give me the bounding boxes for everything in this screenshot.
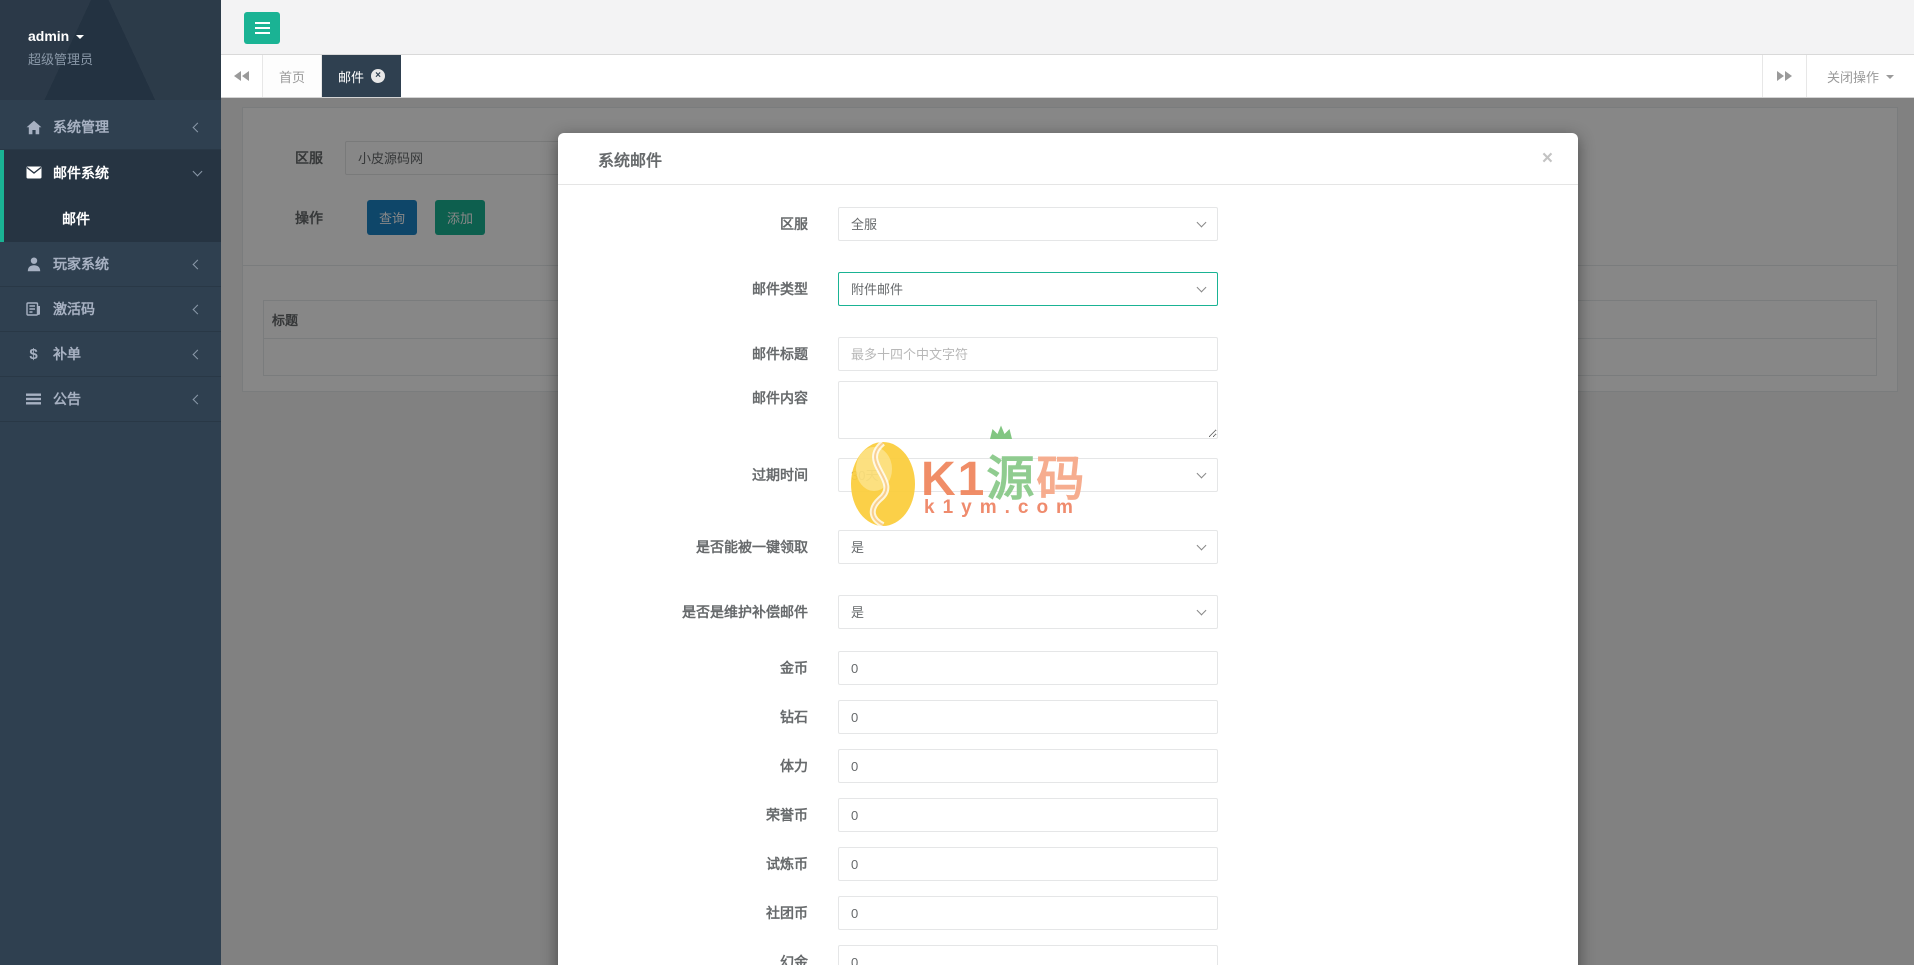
sidebar-item-mail-system[interactable]: 邮件系统 xyxy=(4,150,221,195)
sidebar: admin 超级管理员 系统管理 邮件系统 邮件 玩家系统 激活码 $ 补单 公… xyxy=(0,0,221,965)
user-role: 超级管理员 xyxy=(28,52,94,67)
double-chevron-left-icon xyxy=(233,71,241,81)
sidebar-item-player-system[interactable]: 玩家系统 xyxy=(0,242,221,287)
dollar-icon: $ xyxy=(29,345,38,363)
chevron-left-icon xyxy=(192,259,203,269)
user-name: admin xyxy=(28,28,70,44)
caret-down-icon xyxy=(1886,75,1894,79)
chevron-left-icon xyxy=(192,304,203,314)
close-tab-icon[interactable]: × xyxy=(371,69,386,83)
sidebar-group-mail-system: 邮件系统 邮件 xyxy=(0,150,221,242)
diamond-input[interactable] xyxy=(838,700,1218,734)
sidebar-item-activation-code[interactable]: 激活码 xyxy=(0,287,221,332)
field-label-trial-coin: 试炼币 xyxy=(766,856,808,872)
sidebar-item-label: 玩家系统 xyxy=(53,256,109,272)
field-label-stamina: 体力 xyxy=(780,758,808,774)
system-mail-modal: 系统邮件 × 区服 全服 邮件类型 附件邮件 邮件标题 最多十四个中文字符 邮件… xyxy=(558,133,1578,965)
close-actions-dropdown[interactable]: 关闭操作 xyxy=(1807,55,1914,97)
club-coin-input[interactable] xyxy=(838,896,1218,930)
chevron-left-icon xyxy=(192,394,203,404)
sidebar-item-label: 激活码 xyxy=(53,301,95,317)
tabs-scroll-left-button[interactable] xyxy=(221,55,263,97)
sidebar-item-announcement[interactable]: 公告 xyxy=(0,377,221,422)
gold-input[interactable] xyxy=(838,651,1218,685)
newspaper-icon xyxy=(25,302,42,316)
sidebar-item-label: 公告 xyxy=(53,391,81,407)
chevron-left-icon xyxy=(192,122,203,132)
server-scope-select[interactable]: 全服 xyxy=(838,207,1218,241)
close-actions-label: 关闭操作 xyxy=(1826,69,1879,85)
field-label-mail-content: 邮件内容 xyxy=(752,390,808,406)
sidebar-item-label: 邮件系统 xyxy=(53,164,109,181)
app-window: admin 超级管理员 系统管理 邮件系统 邮件 玩家系统 激活码 $ 补单 公… xyxy=(0,0,1914,965)
tab-label: 首页 xyxy=(279,69,306,85)
modal-title: 系统邮件 xyxy=(598,152,663,170)
field-label-club-coin: 社团币 xyxy=(766,905,808,921)
chevron-down-icon xyxy=(192,166,203,176)
watermark-site: k1ym.com xyxy=(924,497,1081,518)
user-icon xyxy=(25,257,42,272)
home-icon xyxy=(25,120,42,135)
sidebar-subitem-mail[interactable]: 邮件 xyxy=(4,195,221,242)
one-key-claim-select[interactable]: 是 xyxy=(838,530,1218,564)
modal-close-icon[interactable]: × xyxy=(1542,149,1553,168)
field-label-server: 区服 xyxy=(780,216,808,232)
modal-body: 区服 全服 邮件类型 附件邮件 邮件标题 最多十四个中文字符 邮件内容 过期时间… xyxy=(558,185,1578,965)
tab-home[interactable]: 首页 xyxy=(263,55,323,97)
list-icon xyxy=(25,393,42,405)
magic-gold-input[interactable] xyxy=(838,945,1218,965)
sidebar-menu: 系统管理 邮件系统 邮件 玩家系统 激活码 $ 补单 公告 xyxy=(0,100,221,422)
sidebar-toggle-button[interactable] xyxy=(244,12,280,44)
mail-content-textarea[interactable] xyxy=(838,381,1218,439)
sidebar-subitem-label: 邮件 xyxy=(62,210,90,227)
mail-title-input[interactable] xyxy=(838,337,1218,371)
field-label-honor-coin: 荣誉币 xyxy=(766,807,808,823)
chevron-left-icon xyxy=(192,349,203,359)
hamburger-icon xyxy=(254,22,270,24)
sidebar-item-system-management[interactable]: 系统管理 xyxy=(0,105,221,150)
main-area: 首页 邮件 × 关闭操作 区服 小皮源码网 操作 查询 添加 标题 系统邮件 ×… xyxy=(221,0,1914,965)
tab-mail[interactable]: 邮件 × xyxy=(322,55,402,97)
sidebar-item-label: 补单 xyxy=(53,346,81,362)
modal-header: 系统邮件 × xyxy=(558,133,1578,185)
tab-label: 邮件 xyxy=(338,69,365,85)
caret-down-icon xyxy=(76,35,85,39)
tabs-scroll-right-button[interactable] xyxy=(1761,55,1807,97)
expire-time-select[interactable]: 30天 xyxy=(838,458,1218,492)
field-label-maintenance-mail: 是否是维护补偿邮件 xyxy=(682,604,808,620)
field-label-diamond: 钻石 xyxy=(780,709,808,725)
content-area: 区服 小皮源码网 操作 查询 添加 标题 系统邮件 × 区服 全服 邮件类型 附… xyxy=(221,98,1914,965)
tab-bar: 首页 邮件 × 关闭操作 xyxy=(221,55,1914,98)
honor-coin-input[interactable] xyxy=(838,798,1218,832)
mail-type-select[interactable]: 附件邮件 xyxy=(838,272,1218,306)
stamina-input[interactable] xyxy=(838,749,1218,783)
sidebar-item-label: 系统管理 xyxy=(53,119,109,135)
field-label-one-key-claim: 是否能被一键领取 xyxy=(696,539,808,555)
sidebar-item-supplement-order[interactable]: $ 补单 xyxy=(0,332,221,377)
maintenance-mail-select[interactable]: 是 xyxy=(838,595,1218,629)
field-label-mail-title: 邮件标题 xyxy=(752,346,808,362)
envelope-icon xyxy=(25,166,42,179)
field-label-mail-type: 邮件类型 xyxy=(752,281,808,297)
top-navbar xyxy=(221,0,1914,55)
field-label-magic-gold: 幻金 xyxy=(780,954,808,965)
field-label-gold: 金币 xyxy=(780,660,808,676)
double-chevron-right-icon xyxy=(1777,71,1785,81)
field-label-expire-time: 过期时间 xyxy=(752,467,808,483)
tab-spacer xyxy=(401,55,1762,97)
user-panel[interactable]: admin 超级管理员 xyxy=(0,0,221,100)
trial-coin-input[interactable] xyxy=(838,847,1218,881)
